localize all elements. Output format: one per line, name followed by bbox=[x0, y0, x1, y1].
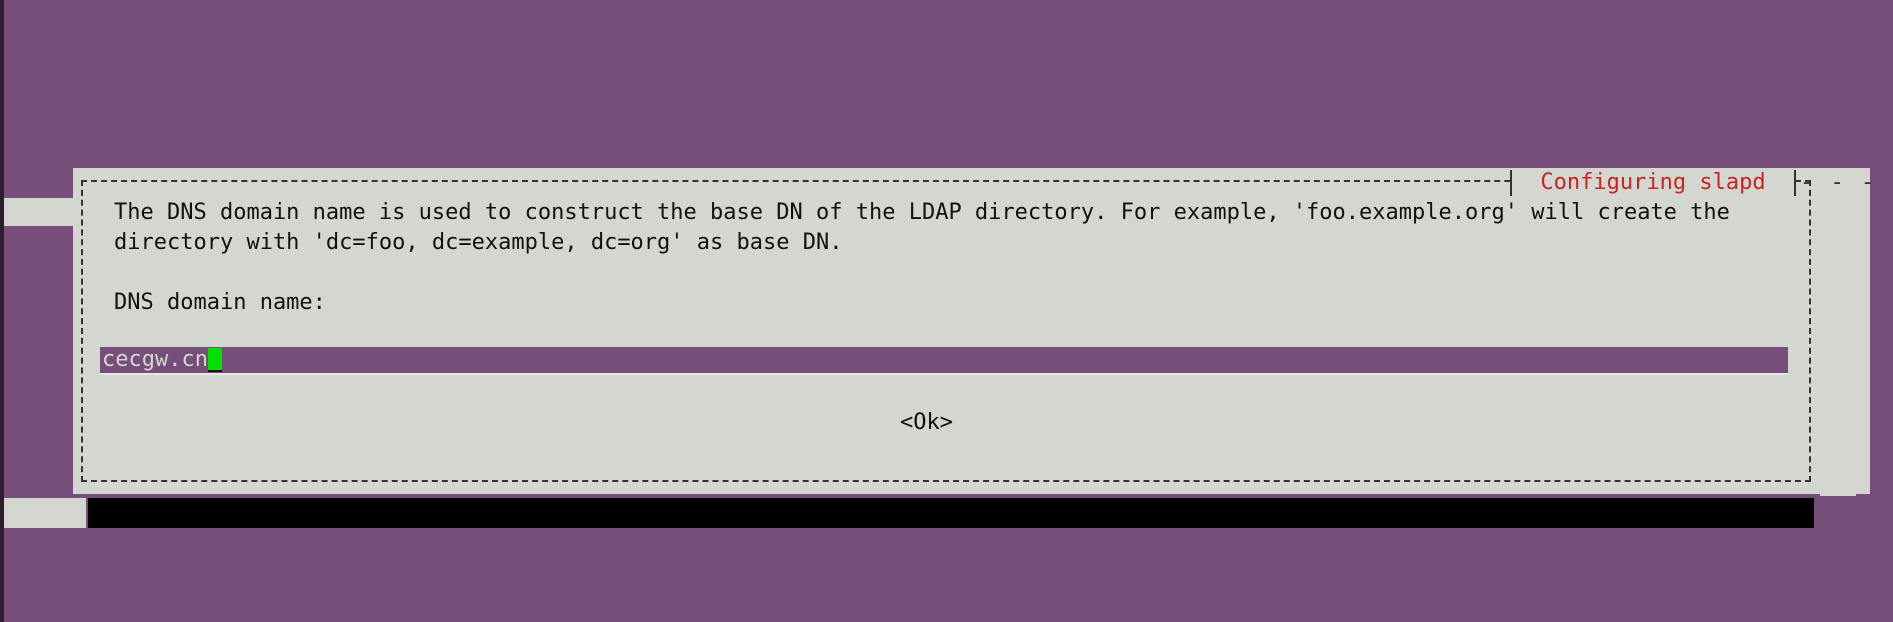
dialog-bottom-extension bbox=[1820, 468, 1856, 496]
dialog-title: Configuring slapd bbox=[1540, 170, 1766, 195]
dialog-frame-gap bbox=[1792, 196, 1808, 466]
background-dash-bottom: - - - bbox=[6, 501, 83, 526]
background-dash-top: - - . bbox=[6, 200, 83, 225]
ok-button[interactable]: <Ok> bbox=[900, 408, 953, 438]
dialog-description: The DNS domain name is used to construct… bbox=[114, 200, 1744, 255]
title-right-dash: - - - bbox=[1800, 170, 1877, 195]
dialog-title-box: Configuring slapd bbox=[1510, 170, 1796, 196]
dns-domain-label: DNS domain name: bbox=[114, 290, 326, 315]
dns-domain-input-value: cecgw.cn bbox=[102, 347, 208, 372]
text-cursor bbox=[207, 348, 222, 372]
dns-domain-input[interactable]: cecgw.cn bbox=[100, 347, 1788, 375]
dialog-shadow-bottom bbox=[88, 498, 1814, 528]
terminal-left-edge bbox=[0, 0, 4, 622]
